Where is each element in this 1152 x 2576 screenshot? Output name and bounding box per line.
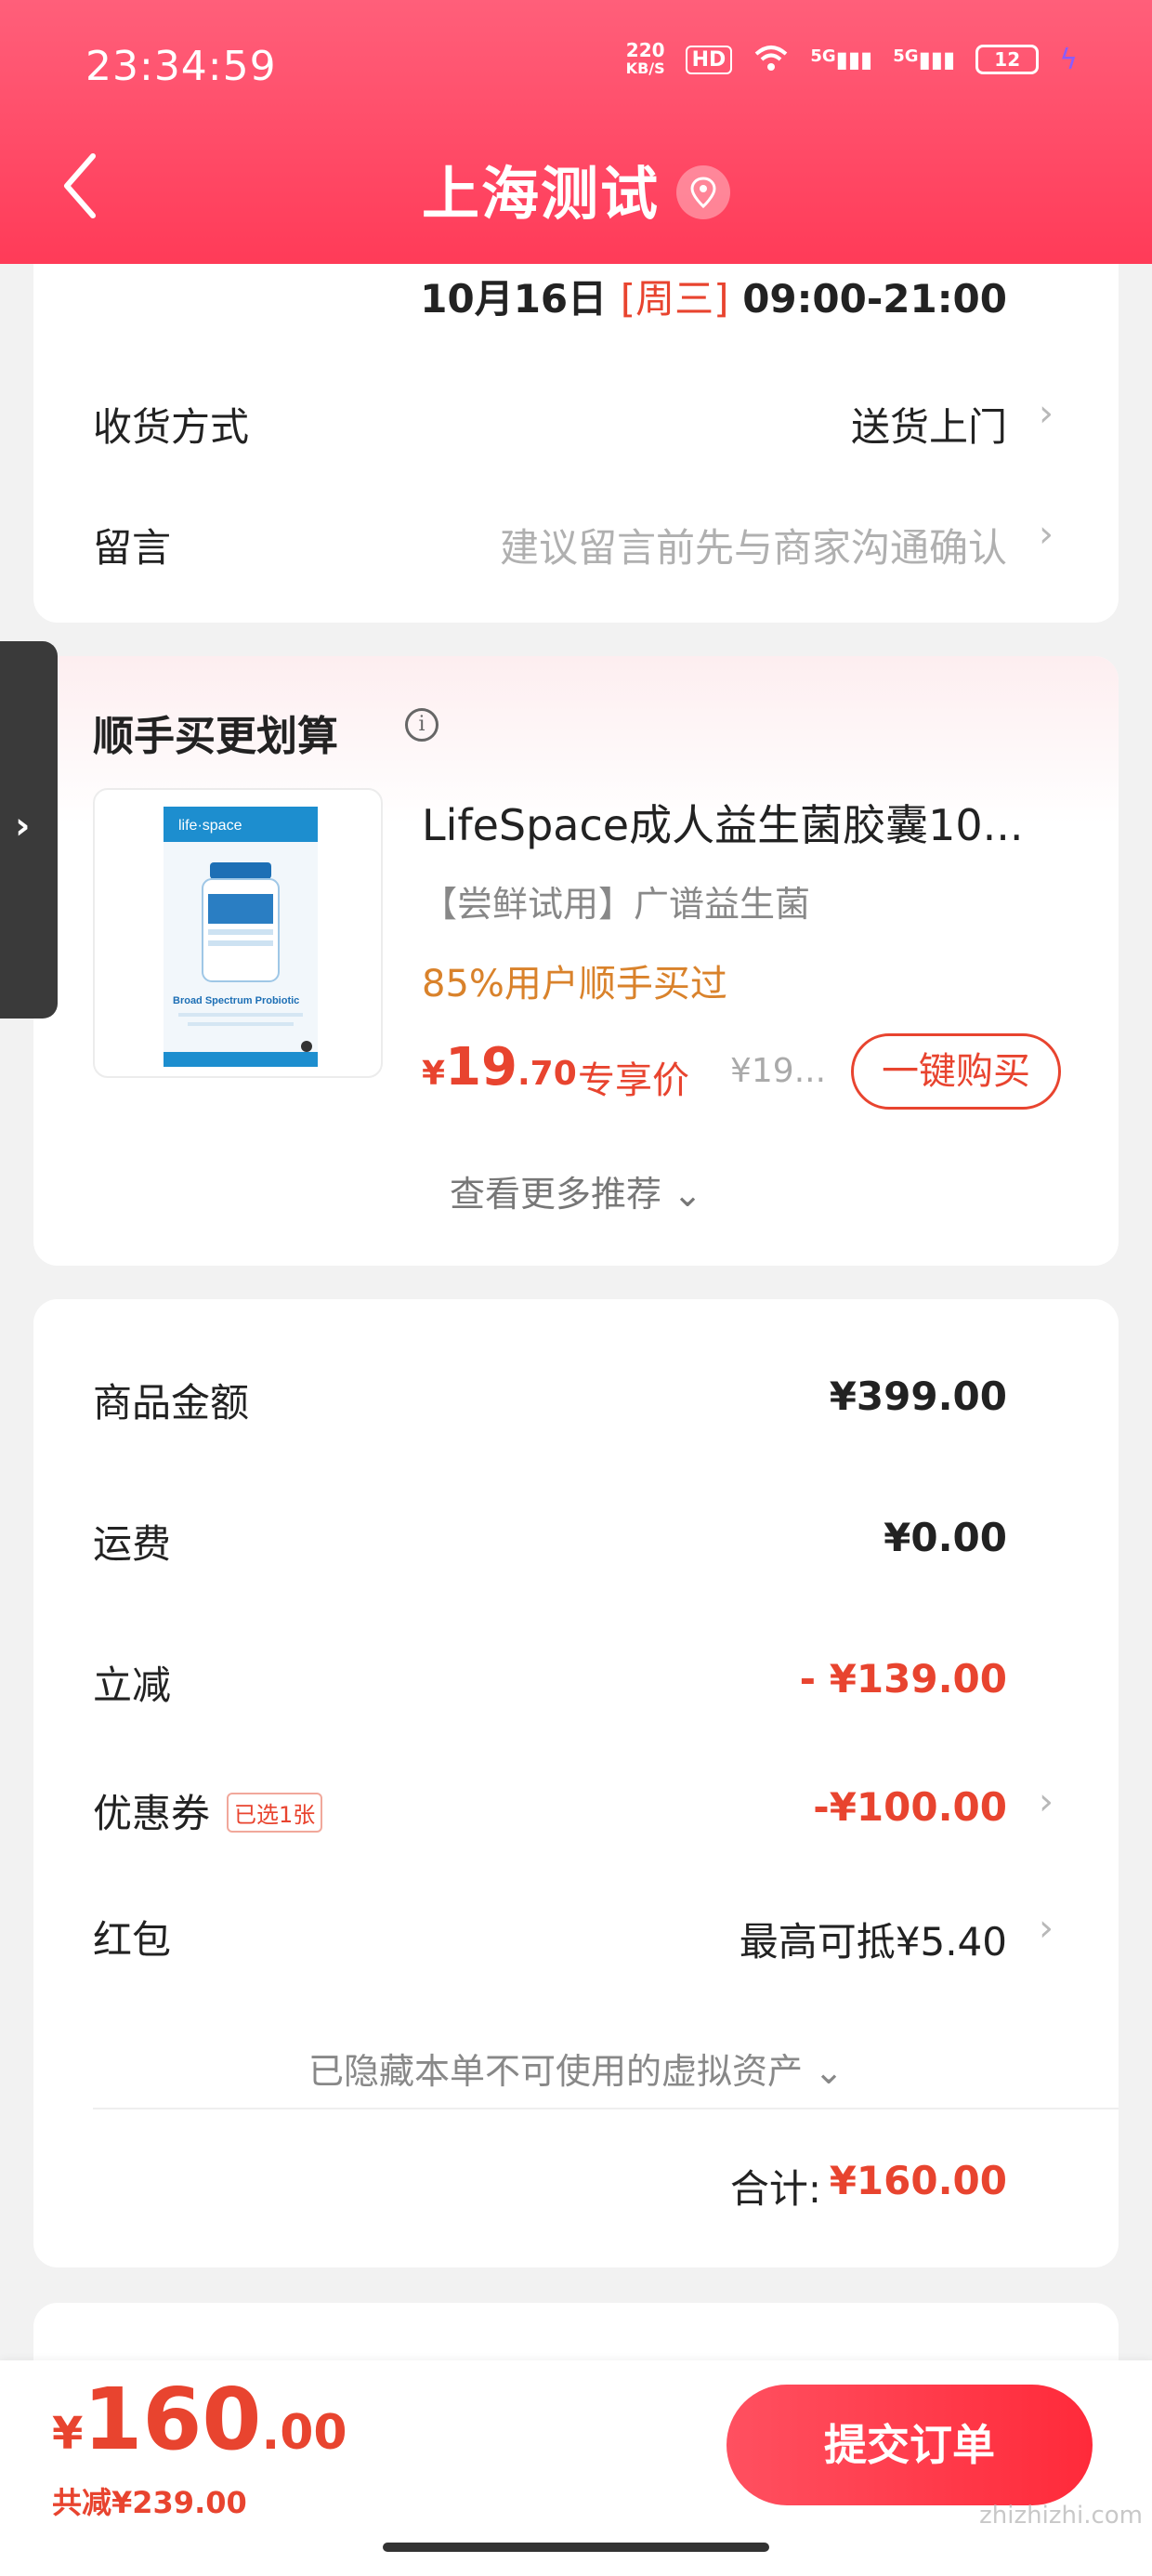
delivery-time: 10月16日 [周三] 09:00-21:00 (420, 268, 1007, 324)
price-integer: 19 (445, 1037, 517, 1097)
charging-bolt-icon: ϟ (1059, 43, 1078, 76)
shipping-value: ¥0.00 (884, 1515, 1007, 1560)
wifi-icon (753, 43, 790, 76)
home-indicator[interactable] (383, 2543, 769, 2552)
chevron-right-icon: › (1039, 1781, 1054, 1823)
delivery-date: 10月16日 (420, 276, 608, 322)
total-label: 合计: (729, 2166, 821, 2212)
delivery-hours: 09:00-21:00 (742, 276, 1007, 322)
payable-decimal: .00 (261, 2405, 347, 2461)
coupon-value: -¥100.00 (813, 1784, 1007, 1830)
original-price: ¥19... (730, 1052, 827, 1090)
one-click-buy-button[interactable]: 一键购买 (851, 1033, 1061, 1110)
location-icon[interactable] (676, 164, 730, 219)
instant-discount-value: - ¥139.00 (799, 1656, 1007, 1702)
coupon-label-text: 优惠券 (93, 1791, 211, 1836)
delivery-method-value: 送货上门 (850, 404, 1007, 450)
message-label: 留言 (93, 525, 172, 571)
shipping-label: 运费 (93, 1521, 172, 1567)
product-description: 【尝鲜试用】广谱益生菌 (422, 884, 811, 925)
page-title: 上海测试 (0, 147, 1152, 230)
hidden-assets-toggle[interactable]: 已隐藏本单不可使用的虚拟资产 ⌄ (33, 2043, 1119, 2094)
hd-icon: HD (685, 45, 733, 74)
delivery-weekday: [周三] (620, 276, 729, 322)
divider (93, 2108, 1119, 2109)
status-time: 23:34:59 (85, 43, 277, 90)
more-recommendations-link[interactable]: 查看更多推荐 ⌄ (33, 1165, 1119, 1216)
image-brand-text: life·space (178, 818, 242, 834)
signal-label-1: 5G (810, 46, 836, 66)
chevron-right-icon: › (1039, 392, 1054, 435)
red-packet-value: 最高可抵¥5.40 (739, 1919, 1007, 1965)
payable-integer: 160 (83, 2370, 262, 2469)
product-buy-ratio: 85%用户顺手买过 (422, 963, 727, 1005)
price-currency: ¥ (422, 1055, 446, 1093)
status-icons: 220 KB/S HD 5G▮▮▮ 5G▮▮▮ 12 ϟ (626, 41, 1078, 78)
payable-amount: ¥160.00 (52, 2370, 347, 2469)
info-icon[interactable]: i (405, 708, 439, 742)
probiotic-box-image: life·space Broad Spectrum Probiotic (164, 807, 318, 1067)
coupon-selected-badge: 已选1张 (227, 1793, 323, 1833)
recommend-card: 顺手买更划算 i life·space Broad Spectrum Probi… (33, 656, 1119, 1266)
net-speed-indicator: 220 KB/S (626, 41, 665, 78)
header-bar: 23:34:59 220 KB/S HD 5G▮▮▮ 5G▮▮▮ 12 ϟ 上海… (0, 0, 1152, 264)
signal-label-2: 5G (893, 46, 919, 66)
net-speed-value: 220 (625, 39, 665, 61)
image-label-text: Broad Spectrum Probiotic (173, 995, 299, 1006)
chevron-right-icon: › (1039, 513, 1054, 556)
product-image[interactable]: life·space Broad Spectrum Probiotic (93, 788, 383, 1078)
red-packet-label: 红包 (93, 1917, 172, 1963)
coupon-label: 优惠券 已选1张 (93, 1782, 323, 1839)
payable-currency: ¥ (52, 2408, 84, 2460)
watermark: zhizhizhi.com (979, 2502, 1143, 2530)
net-speed-unit: KB/S (625, 59, 665, 77)
total-saved: 共减¥239.00 (52, 2485, 247, 2520)
product-name[interactable]: LifeSpace成人益生菌胶囊10... (422, 792, 1072, 853)
signal-icon-2: 5G▮▮▮ (893, 46, 956, 72)
exclusive-price-tag: 专享价 (578, 1059, 689, 1102)
submit-order-button[interactable]: 提交订单 (727, 2385, 1093, 2505)
delivery-method-label: 收货方式 (93, 404, 250, 450)
page-title-text: 上海测试 (421, 160, 660, 228)
goods-amount-label: 商品金额 (93, 1380, 250, 1426)
signal-icon: 5G▮▮▮ (810, 46, 873, 72)
battery-icon: 12 (975, 45, 1040, 74)
checkout-bar: ¥160.00 共减¥239.00 提交订单 zhizhizhi.com (0, 2360, 1152, 2576)
chevron-right-icon: › (15, 805, 31, 848)
side-drawer-handle[interactable]: › (0, 641, 58, 1019)
instant-discount-label: 立减 (93, 1663, 172, 1708)
recommend-title: 顺手买更划算 (93, 713, 338, 760)
product-price: ¥19.70 (422, 1037, 577, 1097)
price-summary-card: 商品金额 ¥399.00 运费 ¥0.00 立减 - ¥139.00 优惠券 已选… (33, 1299, 1119, 2267)
delivery-card: 10月16日 [周三] 09:00-21:00 收货方式 送货上门 › 留言 建… (33, 232, 1119, 623)
chevron-right-icon: › (1039, 1907, 1054, 1950)
message-input[interactable]: 建议留言前先与商家沟通确认 (500, 517, 1007, 573)
price-decimal: .70 (517, 1055, 577, 1093)
goods-amount-value: ¥399.00 (829, 1373, 1007, 1419)
total-value: ¥160.00 (829, 2158, 1007, 2203)
